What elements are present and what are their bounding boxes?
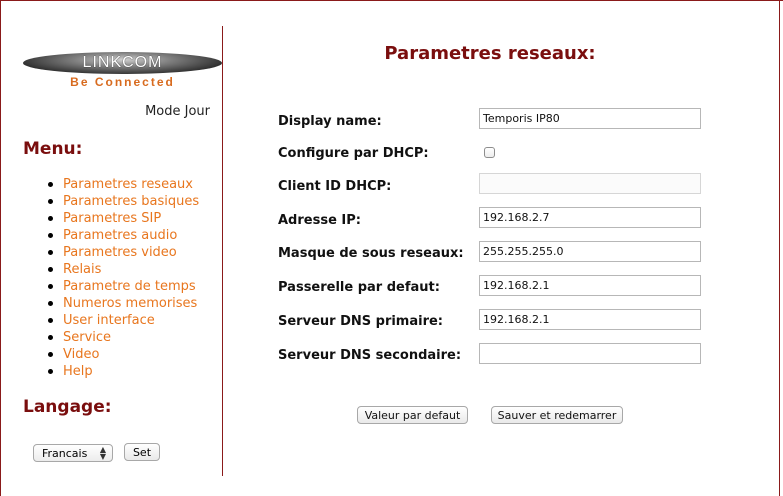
page-title: Parametres reseaux: — [384, 43, 596, 64]
bullet-icon — [48, 284, 53, 289]
language-heading: Langage: — [23, 397, 112, 417]
menu-link-parametres-basiques[interactable]: Parametres basiques — [63, 193, 199, 210]
linkcom-logo: LINKCOM Be Connected — [23, 52, 222, 90]
bullet-icon — [48, 199, 53, 204]
dns-primary-label: Serveur DNS primaire: — [278, 314, 444, 329]
display-name-label: Display name: — [278, 114, 382, 129]
display-name-input[interactable]: Temporis IP80 — [479, 108, 701, 129]
gateway-input[interactable]: 192.168.2.1 — [479, 275, 701, 296]
ip-address-label: Adresse IP: — [278, 213, 361, 228]
menu-link-parametres-video[interactable]: Parametres video — [63, 244, 177, 261]
bullet-icon — [48, 233, 53, 238]
menu-item: Help — [48, 363, 199, 380]
ip-address-input[interactable]: 192.168.2.7 — [479, 207, 701, 228]
page-border-right — [779, 0, 780, 496]
menu-item: Parametres basiques — [48, 193, 199, 210]
bullet-icon — [48, 301, 53, 306]
dns-primary-input[interactable]: 192.168.2.1 — [479, 309, 701, 330]
menu-link-parametre-de-temps[interactable]: Parametre de temps — [63, 278, 196, 295]
dhcp-checkbox[interactable] — [484, 147, 495, 158]
menu-heading: Menu: — [23, 139, 83, 159]
menu-link-numeros-memorises[interactable]: Numeros memorises — [63, 295, 197, 312]
mode-jour-label: Mode Jour — [145, 104, 210, 119]
menu-item: Numeros memorises — [48, 295, 199, 312]
menu-link-relais[interactable]: Relais — [63, 261, 101, 278]
subnet-mask-input[interactable]: 255.255.255.0 — [479, 241, 701, 262]
logo-tagline: Be Connected — [70, 75, 175, 89]
dns-secondary-label: Serveur DNS secondaire: — [278, 348, 462, 363]
save-and-restart-button[interactable]: Sauver et redemarrer — [491, 406, 623, 424]
language-select[interactable]: Francais ▲ ▼ — [33, 444, 113, 462]
menu-item: Parametres audio — [48, 227, 199, 244]
gateway-label: Passerelle par defaut: — [278, 280, 440, 295]
bullet-icon — [48, 267, 53, 272]
menu-item: User interface — [48, 312, 199, 329]
subnet-mask-label: Masque de sous reseaux: — [278, 246, 464, 261]
logo-name: LINKCOM — [82, 54, 163, 71]
dns-secondary-input[interactable] — [479, 343, 701, 364]
menu-item: Service — [48, 329, 199, 346]
client-id-dhcp-label: Client ID DHCP: — [278, 179, 392, 194]
bullet-icon — [48, 369, 53, 374]
bullet-icon — [48, 335, 53, 340]
menu-item: Parametres reseaux — [48, 176, 199, 193]
menu-link-video[interactable]: Video — [63, 346, 99, 363]
menu-link-parametres-sip[interactable]: Parametres SIP — [63, 210, 161, 227]
client-id-dhcp-input[interactable] — [479, 173, 701, 194]
menu-list: Parametres reseaux Parametres basiques P… — [48, 176, 199, 380]
bullet-icon — [48, 352, 53, 357]
sidebar-divider — [222, 26, 223, 476]
dhcp-label: Configure par DHCP: — [278, 146, 429, 161]
menu-item: Parametres SIP — [48, 210, 199, 227]
select-arrows-icon: ▲ ▼ — [99, 445, 106, 461]
bullet-icon — [48, 216, 53, 221]
menu-item: Video — [48, 346, 199, 363]
menu-link-parametres-audio[interactable]: Parametres audio — [63, 227, 177, 244]
menu-link-service[interactable]: Service — [63, 329, 111, 346]
sidebar: LINKCOM Be Connected Mode Jour Menu: Par… — [0, 0, 222, 496]
set-language-button[interactable]: Set — [124, 443, 160, 461]
bullet-icon — [48, 318, 53, 323]
bullet-icon — [48, 250, 53, 255]
default-values-button[interactable]: Valeur par defaut — [357, 406, 468, 424]
bullet-icon — [48, 182, 53, 187]
menu-item: Relais — [48, 261, 199, 278]
menu-item: Parametre de temps — [48, 278, 199, 295]
menu-link-help[interactable]: Help — [63, 363, 93, 380]
language-selected-value: Francais — [42, 446, 88, 460]
menu-link-user-interface[interactable]: User interface — [63, 312, 155, 329]
menu-item: Parametres video — [48, 244, 199, 261]
menu-link-parametres-reseaux[interactable]: Parametres reseaux — [63, 176, 193, 193]
